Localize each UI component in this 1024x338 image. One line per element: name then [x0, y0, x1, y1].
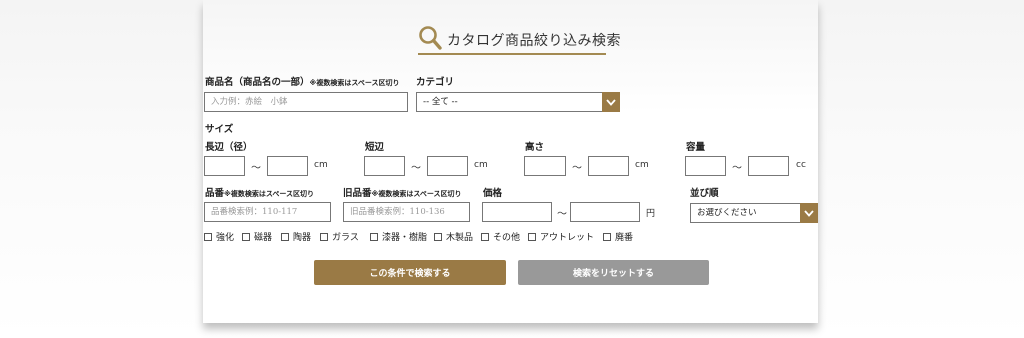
reset-button[interactable]: 検索をリセットする	[518, 260, 709, 285]
checkbox-box[interactable]	[370, 232, 378, 241]
range-separator: ～	[251, 163, 261, 174]
category-select[interactable]: -- 全て --	[416, 92, 620, 112]
checkbox-label: アウトレット	[540, 233, 595, 243]
checkbox-glass[interactable]: ガラス	[320, 230, 359, 243]
long-side-max-input[interactable]	[267, 156, 308, 176]
chevron-down-icon[interactable]	[800, 203, 818, 223]
checkbox-label: 強化	[216, 233, 235, 243]
title-underline	[418, 53, 606, 55]
old-product-no-label: 旧品番※複数検索はスペース区切り	[343, 188, 462, 199]
search-icon	[419, 26, 442, 50]
unit-cc: cc	[796, 160, 806, 170]
sort-select[interactable]: お選びください	[690, 203, 818, 223]
checkbox-box[interactable]	[481, 232, 489, 241]
category-select-value: -- 全て --	[423, 97, 458, 107]
product-no-input[interactable]: 品番検索例：110-117	[204, 202, 331, 222]
sort-label: 並び順	[690, 188, 719, 199]
height-max-input[interactable]	[588, 156, 629, 176]
chevron-down-icon[interactable]	[602, 92, 620, 112]
checkbox-sonota[interactable]: その他	[481, 230, 520, 243]
checkbox-label: 陶器	[293, 233, 312, 243]
page-title: カタログ商品絞り込み検索	[447, 33, 621, 49]
checkbox-label: その他	[493, 233, 521, 243]
range-separator: ～	[732, 163, 742, 174]
size-label: サイズ	[205, 124, 234, 135]
checkbox-shikki[interactable]: 漆器・樹脂	[370, 230, 427, 243]
checkbox-touki[interactable]: 陶器	[281, 230, 311, 243]
checkbox-label: 廃番	[615, 233, 634, 243]
price-max-input[interactable]	[570, 202, 640, 222]
checkbox-label: ガラス	[332, 233, 359, 243]
category-label: カテゴリ	[416, 77, 455, 88]
checkbox-box[interactable]	[434, 232, 442, 241]
price-min-input[interactable]	[482, 202, 552, 222]
range-separator: ～	[411, 163, 421, 174]
product-name-label: 商品名（商品名の一部）※複数検索はスペース区切り	[205, 77, 400, 88]
unit-cm: cm	[314, 160, 328, 170]
capacity-label: 容量	[686, 142, 706, 153]
checkbox-box[interactable]	[320, 232, 328, 241]
product-no-label: 品番※複数検索はスペース区切り	[205, 188, 314, 199]
checkbox-kyouka[interactable]: 強化	[204, 230, 234, 243]
long-side-label: 長辺（径）	[205, 142, 253, 153]
checkbox-box[interactable]	[204, 232, 212, 241]
long-side-min-input[interactable]	[204, 156, 245, 176]
checkbox-outlet[interactable]: アウトレット	[528, 230, 594, 243]
height-label: 高さ	[525, 142, 545, 153]
capacity-max-input[interactable]	[748, 156, 789, 176]
checkbox-box[interactable]	[528, 232, 536, 241]
unit-cm: cm	[474, 160, 488, 170]
old-product-no-input[interactable]: 旧品番検索例：110-136	[343, 202, 470, 222]
short-side-min-input[interactable]	[364, 156, 405, 176]
unit-cm: cm	[635, 160, 649, 170]
price-label: 価格	[483, 188, 503, 199]
search-button[interactable]: この条件で検索する	[314, 260, 506, 285]
checkbox-label: 木製品	[446, 233, 474, 243]
sort-select-value: お選びください	[697, 208, 757, 218]
unit-yen: 円	[646, 209, 656, 219]
checkbox-box[interactable]	[603, 232, 611, 241]
product-name-input[interactable]: 入力例：赤絵 小鉢	[204, 92, 408, 112]
checkbox-jiki[interactable]: 磁器	[242, 230, 272, 243]
checkbox-haiban[interactable]: 廃番	[603, 230, 633, 243]
height-min-input[interactable]	[524, 156, 566, 176]
range-separator: ～	[572, 163, 582, 174]
short-side-max-input[interactable]	[427, 156, 468, 176]
short-side-label: 短辺	[365, 142, 385, 153]
checkbox-label: 磁器	[254, 233, 273, 243]
checkbox-label: 漆器・樹脂	[382, 233, 428, 243]
checkbox-box[interactable]	[242, 232, 250, 241]
checkbox-box[interactable]	[281, 232, 289, 241]
capacity-min-input[interactable]	[685, 156, 726, 176]
checkbox-mokusei[interactable]: 木製品	[434, 230, 473, 243]
range-separator: ～	[557, 209, 567, 220]
